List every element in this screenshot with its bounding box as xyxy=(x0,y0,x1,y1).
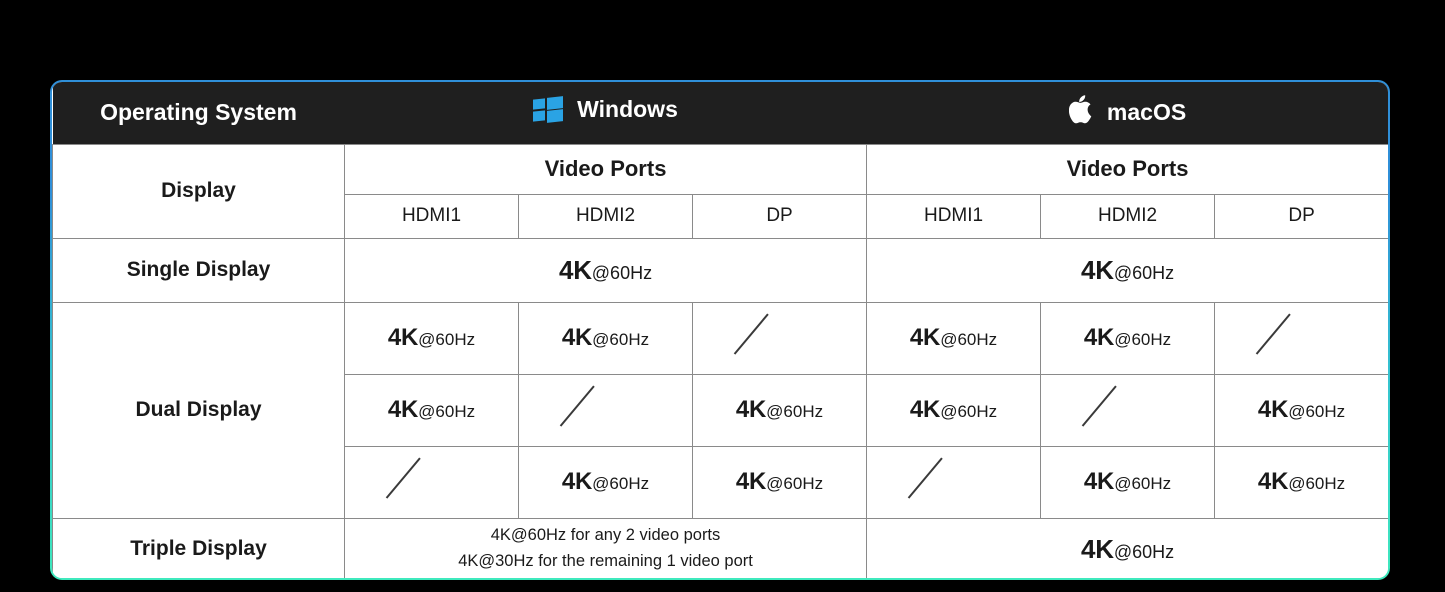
dual-3-windows-hdmi1 xyxy=(344,445,519,519)
display-compatibility-table: Operating System Windows macOS Display V… xyxy=(52,82,1388,578)
dual-display-row-1: Dual Display 4K@60Hz 4K@60Hz 4K@60Hz 4K@… xyxy=(52,301,1388,519)
value-big: 4K xyxy=(735,396,767,423)
dual-1-macos-dp xyxy=(1214,301,1388,375)
compatibility-table-inner: Operating System Windows macOS Display V… xyxy=(52,82,1388,578)
page-root: Operating System Windows macOS Display V… xyxy=(0,0,1445,592)
triple-note-line-2: 4K@30Hz for the remaining 1 video port xyxy=(458,552,753,570)
macos-header-cell: macOS xyxy=(866,82,1388,144)
port-header-windows-dp: DP xyxy=(691,193,868,239)
value-small: @60Hz xyxy=(766,474,824,493)
table-header-row: Operating System Windows macOS xyxy=(52,82,1388,144)
dual-3-windows-hdmi2: 4K@60Hz xyxy=(518,445,693,519)
dual-1-macos-hdmi1: 4K@60Hz xyxy=(866,301,1042,375)
triple-display-macos-value: 4K@60Hz xyxy=(866,517,1388,578)
macos-label: macOS xyxy=(1106,99,1187,126)
value-small: @60Hz xyxy=(418,402,476,421)
not-supported-slash-icon xyxy=(410,462,454,502)
port-header-windows-hdmi1: HDMI1 xyxy=(344,193,519,239)
value-big: 4K xyxy=(909,324,941,351)
value-small: @60Hz xyxy=(1288,402,1346,421)
triple-display-windows-note: 4K@60Hz for any 2 video ports 4K@30Hz fo… xyxy=(343,517,868,578)
value-small: @60Hz xyxy=(418,330,476,349)
value-big: 4K xyxy=(1257,468,1289,495)
dual-3-macos-dp: 4K@60Hz xyxy=(1214,445,1388,519)
port-header-macos-hdmi2: HDMI2 xyxy=(1040,193,1216,239)
dual-2-macos-hdmi1: 4K@60Hz xyxy=(866,373,1042,447)
display-row-label: Display xyxy=(52,143,345,239)
value-small: @60Hz xyxy=(1113,541,1175,562)
value-small: @60Hz xyxy=(766,402,824,421)
apple-logo-icon xyxy=(1068,95,1093,130)
single-display-windows-value: 4K@60Hz xyxy=(343,237,868,303)
dual-1-macos-hdmi2: 4K@60Hz xyxy=(1040,301,1216,375)
not-supported-slash-icon xyxy=(758,318,802,358)
value-big: 4K xyxy=(558,254,592,285)
dual-2-windows-hdmi1: 4K@60Hz xyxy=(344,373,519,447)
value-small: @60Hz xyxy=(592,330,650,349)
port-header-windows-hdmi2: HDMI2 xyxy=(518,193,693,239)
value-big: 4K xyxy=(909,396,941,423)
value-small: @60Hz xyxy=(592,474,650,493)
dual-3-macos-hdmi2: 4K@60Hz xyxy=(1040,445,1216,519)
windows-video-ports-header: Video Ports xyxy=(343,143,868,195)
not-supported-slash-icon xyxy=(932,462,976,502)
triple-note-line-1: 4K@60Hz for any 2 video ports xyxy=(490,526,721,545)
dual-2-windows-hdmi2 xyxy=(518,373,693,447)
single-display-row: Single Display 4K@60Hz 4K@60Hz xyxy=(52,237,1388,303)
value-big: 4K xyxy=(561,324,593,351)
value-big: 4K xyxy=(1083,324,1115,351)
triple-display-row: Triple Display 4K@60Hz for any 2 video p… xyxy=(52,517,1388,578)
port-header-macos-dp: DP xyxy=(1214,193,1388,239)
value-small: @60Hz xyxy=(591,262,653,283)
windows-header-cell: Windows xyxy=(344,82,867,144)
single-display-label: Single Display xyxy=(52,237,345,303)
dual-2-macos-dp: 4K@60Hz xyxy=(1214,373,1388,447)
macos-video-ports-header: Video Ports xyxy=(866,143,1388,195)
value-big: 4K xyxy=(1080,533,1114,564)
port-header-macos-hdmi1: HDMI1 xyxy=(866,193,1042,239)
not-supported-slash-icon xyxy=(1106,390,1150,430)
operating-system-header: Operating System xyxy=(52,82,345,144)
dual-3-macos-hdmi1 xyxy=(866,445,1042,519)
single-display-macos-value: 4K@60Hz xyxy=(866,237,1388,303)
value-big: 4K xyxy=(387,396,419,423)
value-small: @60Hz xyxy=(1113,262,1175,283)
dual-2-macos-hdmi2 xyxy=(1040,373,1216,447)
dual-3-windows-dp: 4K@60Hz xyxy=(691,445,868,519)
value-small: @60Hz xyxy=(940,330,998,349)
dual-display-label: Dual Display xyxy=(52,301,345,519)
not-supported-slash-icon xyxy=(584,390,628,430)
value-big: 4K xyxy=(1083,468,1115,495)
dual-2-windows-dp: 4K@60Hz xyxy=(691,373,868,447)
value-small: @60Hz xyxy=(1114,474,1172,493)
value-small: @60Hz xyxy=(940,402,998,421)
value-small: @60Hz xyxy=(1114,330,1172,349)
triple-display-label: Triple Display xyxy=(52,517,345,578)
dual-1-windows-hdmi2: 4K@60Hz xyxy=(518,301,693,375)
value-big: 4K xyxy=(1080,254,1114,285)
dual-1-windows-dp xyxy=(691,301,868,375)
not-supported-slash-icon xyxy=(1280,318,1324,358)
video-ports-row: Display Video Ports Video Ports xyxy=(52,143,1388,239)
value-small: @60Hz xyxy=(1288,474,1346,493)
dual-1-windows-hdmi1: 4K@60Hz xyxy=(344,301,519,375)
value-big: 4K xyxy=(561,468,593,495)
value-big: 4K xyxy=(735,468,767,495)
value-big: 4K xyxy=(1257,396,1289,423)
value-big: 4K xyxy=(387,324,419,351)
windows-logo-icon xyxy=(533,96,564,124)
compatibility-table-frame: Operating System Windows macOS Display V… xyxy=(50,80,1390,580)
windows-label: Windows xyxy=(577,96,678,123)
